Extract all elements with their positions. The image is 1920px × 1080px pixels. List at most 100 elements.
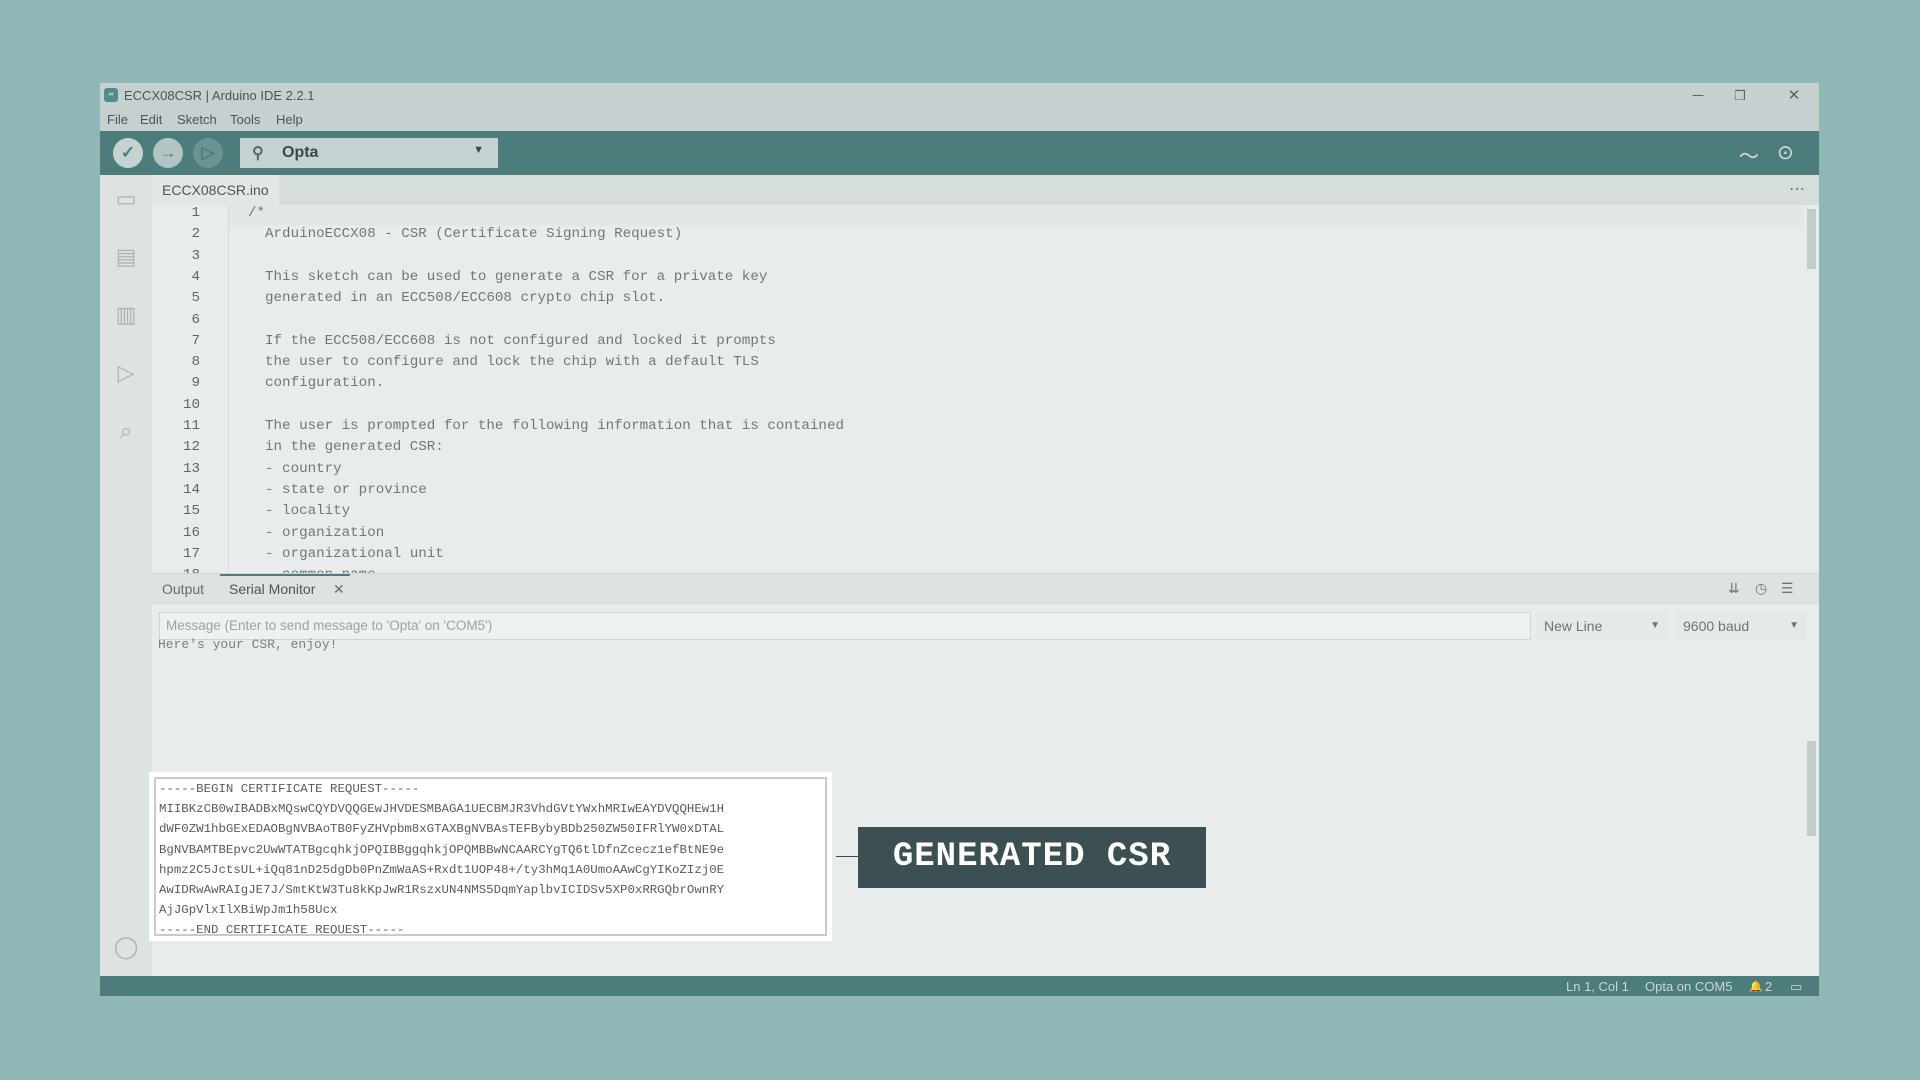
code-line[interactable]: 6 xyxy=(152,312,1804,333)
serial-plotter-icon[interactable]: 〜 xyxy=(1739,140,1759,169)
baud-rate-value: 9600 baud xyxy=(1683,618,1750,634)
code-text: the user to configure and lock the chip … xyxy=(248,354,759,371)
library-manager-icon[interactable]: ▥ xyxy=(112,301,140,329)
code-line[interactable]: 1 /* xyxy=(152,205,1804,226)
csr-line: MIIBKzCB0wIBADBxMQswCQYDVQQGEwJHVDESMBAG… xyxy=(159,802,725,817)
autoscroll-icon[interactable]: ⇊ xyxy=(1728,580,1740,597)
chevron-down-icon: ▼ xyxy=(1789,620,1799,631)
code-text: - organizational unit xyxy=(248,545,444,562)
line-number: 8 xyxy=(191,354,200,371)
code-line[interactable]: 10 xyxy=(152,397,1804,418)
status-bar: Ln 1, Col 1 Opta on COM5 🔔 2 ▭ xyxy=(100,976,1819,996)
menu-help[interactable]: Help xyxy=(276,112,303,127)
code-line[interactable]: 7 If the ECC508/ECC608 is not configured… xyxy=(152,333,1804,354)
window-title: ECCX08CSR | Arduino IDE 2.2.1 xyxy=(124,88,315,103)
tab-output[interactable]: Output xyxy=(162,581,204,597)
board-port-status[interactable]: Opta on COM5 xyxy=(1645,979,1732,994)
verify-button[interactable]: ✓ xyxy=(113,138,143,168)
code-line[interactable]: 15 - locality xyxy=(152,503,1804,524)
menu-edit[interactable]: Edit xyxy=(140,112,162,127)
code-text: - state or province xyxy=(248,481,427,498)
debug-icon[interactable]: ▷ xyxy=(112,359,140,387)
serial-scrollbar[interactable] xyxy=(1804,643,1819,976)
minimize-button[interactable]: ─ xyxy=(1675,85,1721,107)
editor-scrollbar[interactable] xyxy=(1804,205,1819,574)
board-selector[interactable]: ⚲ Opta ▼ xyxy=(240,138,498,168)
editor-tab-row: ECCX08CSR.ino ⋯ xyxy=(152,175,1819,205)
arduino-logo-icon: ∞ xyxy=(104,88,118,102)
code-line[interactable]: 11 The user is prompted for the followin… xyxy=(152,418,1804,439)
maximize-button[interactable]: ❐ xyxy=(1717,85,1763,107)
menu-sketch[interactable]: Sketch xyxy=(177,112,217,127)
code-line[interactable]: 3 xyxy=(152,248,1804,269)
timestamp-icon[interactable]: ◷ xyxy=(1755,580,1767,597)
close-icon[interactable]: ✕ xyxy=(333,581,345,598)
line-number: 17 xyxy=(182,545,200,562)
csr-line: AwIDRwAwRAIgJE7J/SmtKtW3Tu8kKpJwR1RszxUN… xyxy=(159,883,725,897)
line-number: 14 xyxy=(182,481,200,498)
bell-icon[interactable]: 🔔 xyxy=(1749,980,1763,993)
code-line[interactable]: 9 configuration. xyxy=(152,375,1804,396)
code-line[interactable]: 8 the user to configure and lock the chi… xyxy=(152,354,1804,375)
line-number: 16 xyxy=(182,524,200,541)
file-tab-eccx08csr[interactable]: ECCX08CSR.ino xyxy=(152,175,279,205)
profile-icon[interactable]: ◯ xyxy=(112,933,140,961)
boards-manager-icon[interactable]: ▤ xyxy=(112,243,140,271)
upload-button[interactable]: → xyxy=(153,138,183,168)
line-number: 9 xyxy=(191,375,200,392)
line-number: 15 xyxy=(182,503,200,520)
line-number: 3 xyxy=(191,247,200,264)
code-line[interactable]: 14 - state or province xyxy=(152,482,1804,503)
title-bar: ∞ ECCX08CSR | Arduino IDE 2.2.1 ─ ❐ ✕ xyxy=(100,83,1819,108)
callout-leader-line xyxy=(836,856,858,857)
line-number: 5 xyxy=(191,290,200,307)
csr-line: -----BEGIN CERTIFICATE REQUEST----- xyxy=(159,782,420,796)
chevron-down-icon: ▼ xyxy=(473,144,484,156)
generated-csr-callout: GENERATED CSR xyxy=(858,827,1206,888)
line-number: 6 xyxy=(191,311,200,328)
clear-output-icon[interactable]: ☰ xyxy=(1781,580,1794,597)
line-ending-select[interactable]: New Line ▼ xyxy=(1536,612,1668,640)
cursor-position[interactable]: Ln 1, Col 1 xyxy=(1566,979,1629,994)
code-line[interactable]: 13 - country xyxy=(152,461,1804,482)
baud-rate-select[interactable]: 9600 baud ▼ xyxy=(1675,612,1807,640)
code-text: The user is prompted for the following i… xyxy=(248,418,844,434)
code-editor[interactable]: 1 /* 2 ArduinoECCX08 - CSR (Certificate Si… xyxy=(152,205,1804,574)
toolbar: ✓ → ▷ ⚲ Opta ▼ 〜 ⊙ xyxy=(100,131,1819,175)
code-text: generated in an ECC508/ECC608 crypto chi… xyxy=(248,290,666,307)
code-line[interactable]: 4 This sketch can be used to generate a … xyxy=(152,269,1804,290)
editor-scroll-thumb[interactable] xyxy=(1807,209,1816,269)
code-text: This sketch can be used to generate a CS… xyxy=(248,268,768,285)
board-name: Opta xyxy=(282,144,319,161)
code-text: configuration. xyxy=(248,375,385,392)
more-icon[interactable]: ⋯ xyxy=(1789,179,1805,199)
sketchbook-icon[interactable]: ▭ xyxy=(112,185,140,213)
bottom-panel-tabs: Output Serial Monitor ✕ ⇊ ◷ ☰ xyxy=(152,573,1819,605)
serial-monitor-icon[interactable]: ⊙ xyxy=(1777,140,1794,165)
csr-line: BgNVBAMTBEpvc2UwWTATBgcqhkjOPQIBBggqhkjO… xyxy=(159,842,725,857)
code-line[interactable]: 16 - organization xyxy=(152,525,1804,546)
line-number: 7 xyxy=(191,332,200,349)
code-line[interactable]: 17 - organizational unit xyxy=(152,546,1804,567)
code-line[interactable]: 5 generated in an ECC508/ECC608 crypto c… xyxy=(152,290,1804,311)
csr-line: dWF0ZW1hbGExEDAOBgNVBAoTB0FyZHVpbm8xGTAX… xyxy=(159,822,725,837)
debug-button[interactable]: ▷ xyxy=(193,138,223,168)
code-line[interactable]: 2 ArduinoECCX08 - CSR (Certificate Signi… xyxy=(152,226,1804,247)
code-line[interactable]: 12 in the generated CSR: xyxy=(152,439,1804,460)
close-button[interactable]: ✕ xyxy=(1771,85,1817,107)
line-number: 4 xyxy=(191,268,200,285)
serial-message-input[interactable]: Message (Enter to send message to 'Opta'… xyxy=(159,612,1531,640)
tab-serial-monitor[interactable]: Serial Monitor xyxy=(229,581,315,597)
csr-line: AjJGpVlxIlXBiWpJm1h58Ucx xyxy=(159,903,338,918)
notification-count: 2 xyxy=(1765,979,1773,994)
layout-icon[interactable]: ▭ xyxy=(1790,979,1802,995)
line-number: 12 xyxy=(182,439,200,456)
menu-file[interactable]: File xyxy=(107,112,128,127)
csr-line: hpmz2C5JctsUL+iQq81nD25dgDb0PnZmWaAS+Rxd… xyxy=(159,862,725,877)
serial-scroll-thumb[interactable] xyxy=(1807,741,1816,836)
code-text: ArduinoECCX08 - CSR (Certificate Signing… xyxy=(248,226,683,243)
code-text: in the generated CSR: xyxy=(248,439,444,456)
csr-line: -----END CERTIFICATE REQUEST----- xyxy=(159,923,405,936)
menu-tools[interactable]: Tools xyxy=(230,112,260,127)
search-icon[interactable]: ⌕ xyxy=(112,417,140,445)
